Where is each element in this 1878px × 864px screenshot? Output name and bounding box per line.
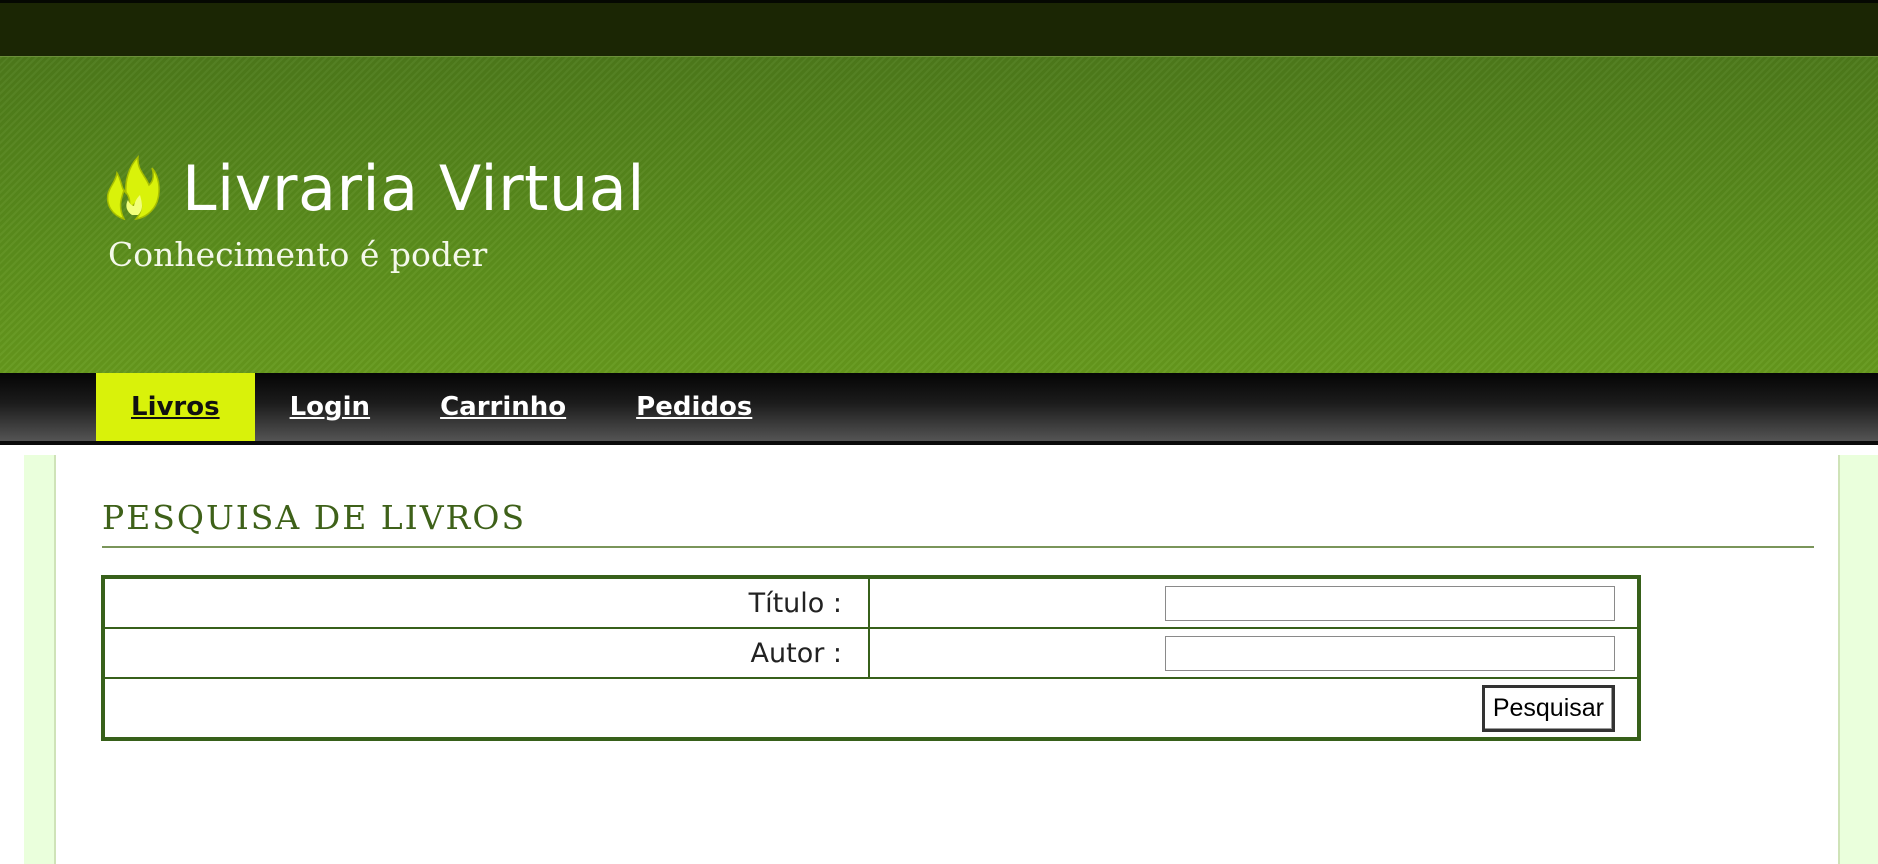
title-row: Título :	[102, 576, 1640, 629]
nav-item-pedidos[interactable]: Pedidos	[601, 373, 787, 441]
action-cell: Pesquisar	[102, 677, 1640, 740]
author-row: Autor :	[102, 627, 1640, 679]
site-title: Livraria Virtual	[182, 152, 645, 225]
flame-icon	[106, 155, 160, 221]
author-input-cell	[868, 627, 1640, 679]
left-side-panel	[24, 455, 56, 864]
search-button[interactable]: Pesquisar	[1481, 684, 1615, 732]
nav-list: Livros Login Carrinho Pedidos	[96, 373, 787, 441]
nav-item-livros[interactable]: Livros	[96, 373, 255, 441]
top-bar	[0, 0, 1878, 56]
right-side-panel	[1838, 455, 1878, 864]
action-row: Pesquisar	[102, 677, 1640, 740]
nav-item-carrinho[interactable]: Carrinho	[405, 373, 601, 441]
main-nav: Livros Login Carrinho Pedidos	[0, 373, 1878, 445]
author-input[interactable]	[1165, 635, 1615, 671]
site-tagline: Conhecimento é poder	[108, 235, 488, 274]
page-title: PESQUISA DE LIVROS	[102, 496, 1814, 548]
title-label: Título :	[102, 576, 870, 629]
title-input-cell	[868, 576, 1640, 629]
author-label: Autor :	[102, 627, 870, 679]
site-header: Livraria Virtual Conhecimento é poder	[0, 56, 1878, 373]
title-input[interactable]	[1165, 585, 1615, 621]
nav-item-login[interactable]: Login	[255, 373, 405, 441]
search-form-table: Título : Autor : Pesquisar	[101, 575, 1641, 741]
